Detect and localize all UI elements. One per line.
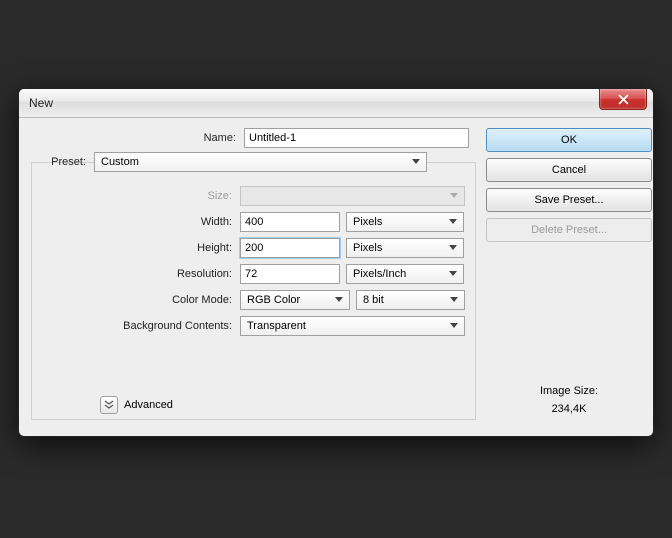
bg-value: Transparent — [247, 320, 306, 332]
preset-label: Preset: — [42, 156, 88, 168]
advanced-label: Advanced — [124, 399, 173, 411]
image-size-box: Image Size: 234,4K — [486, 385, 652, 415]
titlebar[interactable]: New — [19, 89, 653, 118]
bg-combo[interactable]: Transparent — [240, 316, 465, 336]
height-row: Height: Pixels — [42, 238, 465, 258]
width-row: Width: Pixels — [42, 212, 465, 232]
resolution-unit-value: Pixels/Inch — [353, 268, 406, 280]
bg-label: Background Contents: — [42, 320, 234, 332]
width-unit-value: Pixels — [353, 216, 382, 228]
color-mode-label: Color Mode: — [42, 294, 234, 306]
advanced-toggle[interactable] — [100, 396, 118, 414]
name-input[interactable] — [244, 128, 469, 148]
name-row: Name: — [31, 128, 476, 148]
height-label: Height: — [42, 242, 234, 254]
chevrons-down-icon — [104, 400, 114, 410]
height-unit-value: Pixels — [353, 242, 382, 254]
ok-button[interactable]: OK — [486, 128, 652, 152]
preset-value: Custom — [101, 156, 139, 168]
save-preset-button[interactable]: Save Preset... — [486, 188, 652, 212]
size-combo — [240, 186, 465, 206]
right-pane: OK Cancel Save Preset... Delete Preset..… — [486, 128, 652, 425]
settings-group: Preset: Custom Size: Width: — [31, 162, 476, 420]
width-unit-combo[interactable]: Pixels — [346, 212, 464, 232]
chevron-down-icon — [445, 245, 461, 251]
chevron-down-icon — [331, 297, 347, 303]
width-label: Width: — [42, 216, 234, 228]
delete-preset-label: Delete Preset... — [531, 224, 607, 236]
size-row: Size: — [42, 186, 465, 206]
resolution-input[interactable] — [240, 264, 340, 284]
preset-combo[interactable]: Custom — [94, 152, 427, 172]
resolution-unit-combo[interactable]: Pixels/Inch — [346, 264, 464, 284]
image-size-value: 234,4K — [486, 403, 652, 415]
ok-button-label: OK — [561, 134, 577, 146]
cancel-button-label: Cancel — [552, 164, 586, 176]
resolution-label: Resolution: — [42, 268, 234, 280]
size-label: Size: — [42, 190, 234, 202]
close-icon — [618, 94, 629, 105]
color-depth-value: 8 bit — [363, 294, 384, 306]
color-mode-combo[interactable]: RGB Color — [240, 290, 350, 310]
cancel-button[interactable]: Cancel — [486, 158, 652, 182]
save-preset-label: Save Preset... — [534, 194, 603, 206]
dialog-body: Name: Preset: Custom Size: — [19, 118, 653, 437]
color-mode-row: Color Mode: RGB Color 8 bit — [42, 290, 465, 310]
chevron-down-icon — [446, 193, 462, 199]
bg-row: Background Contents: Transparent — [42, 316, 465, 336]
new-document-dialog: New Name: Preset: Custom — [18, 88, 654, 437]
height-unit-combo[interactable]: Pixels — [346, 238, 464, 258]
color-depth-combo[interactable]: 8 bit — [356, 290, 465, 310]
close-button[interactable] — [599, 89, 647, 110]
chevron-down-icon — [445, 271, 461, 277]
chevron-down-icon — [446, 323, 462, 329]
delete-preset-button: Delete Preset... — [486, 218, 652, 242]
chevron-down-icon — [446, 297, 462, 303]
color-mode-value: RGB Color — [247, 294, 300, 306]
width-input[interactable] — [240, 212, 340, 232]
preset-row: Preset: Custom — [42, 152, 465, 172]
chevron-down-icon — [445, 219, 461, 225]
height-input[interactable] — [240, 238, 340, 258]
advanced-row: Advanced — [94, 396, 179, 416]
name-label: Name: — [31, 132, 238, 144]
chevron-down-icon — [408, 159, 424, 165]
left-pane: Name: Preset: Custom Size: — [31, 128, 476, 425]
window-title: New — [29, 96, 53, 110]
resolution-row: Resolution: Pixels/Inch — [42, 264, 465, 284]
image-size-label: Image Size: — [486, 385, 652, 397]
